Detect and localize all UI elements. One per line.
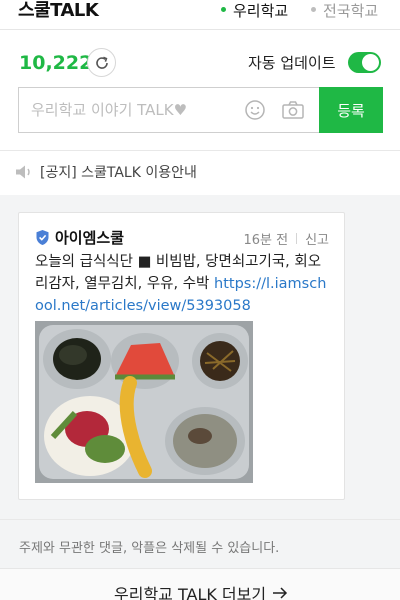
active-dot-icon <box>221 7 226 12</box>
auto-update-label: 자동 업데이트 <box>248 54 336 72</box>
submit-button[interactable]: 등록 <box>319 87 383 133</box>
more-talk-label: 우리학교 TALK 더보기 <box>114 585 267 600</box>
more-bar: 우리학교 TALK 더보기 <box>0 568 400 600</box>
refresh-button[interactable] <box>87 48 116 77</box>
divider <box>0 519 400 520</box>
app-title: 스쿨TALK <box>18 0 99 21</box>
toggle-knob <box>362 54 379 71</box>
post-author: 아이엠스쿨 <box>35 227 124 248</box>
camera-button[interactable] <box>281 99 305 121</box>
comment-policy-text: 주제와 무관한 댓글, 악플은 삭제될 수 있습니다. <box>19 541 280 556</box>
talk-composer: 등록 <box>18 87 383 133</box>
top-bar: 스쿨TALK 우리학교 전국학교 <box>0 0 400 30</box>
verified-shield-icon <box>36 230 49 245</box>
post-author-name: 아이엠스쿨 <box>55 229 125 247</box>
post-card: 아이엠스쿨 16분 전 신고 오늘의 급식식단 ■ 비빔밥, 당면쇠고기국, 회… <box>18 212 345 500</box>
more-talk-link[interactable]: 우리학교 TALK 더보기 <box>114 581 288 600</box>
post-time: 16분 전 <box>243 233 289 248</box>
refresh-icon <box>95 56 108 69</box>
post-body: 오늘의 급식식단 ■ 비빔밥, 당면쇠고기국, 회오리감자, 열무김치, 우유,… <box>35 251 333 317</box>
arrow-right-icon <box>273 587 288 599</box>
post-meta: 16분 전 신고 <box>243 229 329 248</box>
meta-divider <box>296 233 298 244</box>
camera-icon <box>282 101 304 119</box>
report-button[interactable]: 신고 <box>305 229 329 248</box>
post-photo[interactable] <box>35 321 253 483</box>
talk-count: 10,222 <box>19 52 93 74</box>
tab-my-school-label: 우리학교 <box>233 2 289 20</box>
emoji-icon <box>245 100 265 120</box>
tab-my-school[interactable]: 우리학교 <box>221 0 288 22</box>
divider <box>0 150 400 151</box>
inactive-dot-icon <box>311 7 316 12</box>
speaker-icon <box>16 165 30 179</box>
emoji-button[interactable] <box>244 99 266 121</box>
tab-all-schools-label: 전국학교 <box>323 2 379 20</box>
tab-all-schools[interactable]: 전국학교 <box>311 0 378 22</box>
auto-update-toggle[interactable] <box>348 52 381 73</box>
lunch-tray-photo <box>35 321 253 483</box>
notice-text: [공지] 스쿨TALK 이용안내 <box>40 165 197 181</box>
notice-link[interactable]: [공지] 스쿨TALK 이용안내 <box>14 162 197 182</box>
talk-input[interactable] <box>19 88 239 132</box>
